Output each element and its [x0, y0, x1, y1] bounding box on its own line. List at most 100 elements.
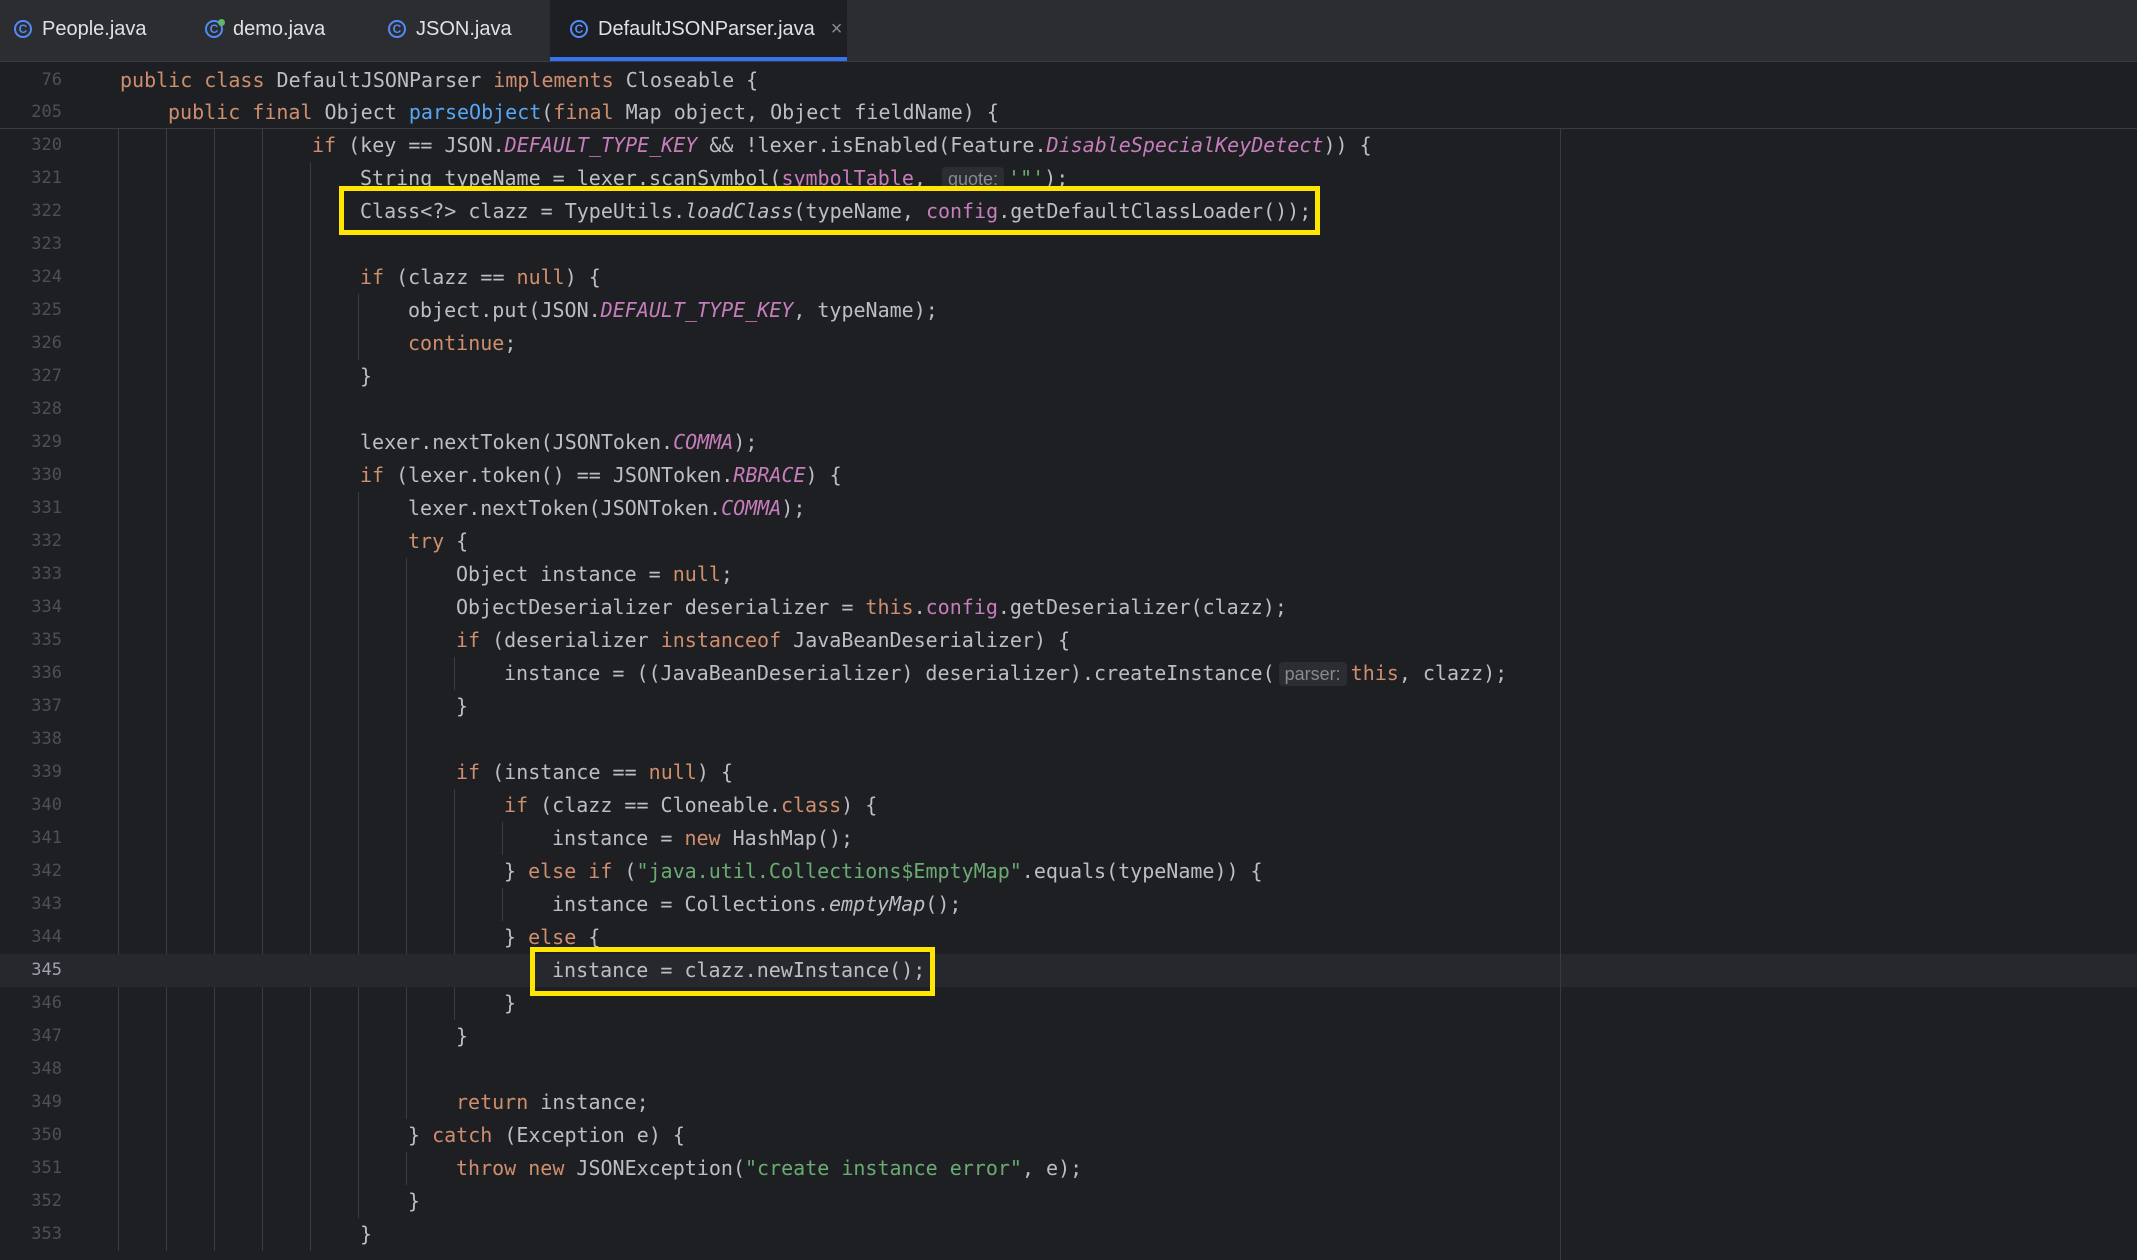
- code-token: if: [360, 463, 397, 487]
- code-line[interactable]: 339 if (instance == null) {: [0, 756, 2137, 789]
- code-line[interactable]: 331 lexer.nextToken(JSONToken.COMMA);: [0, 492, 2137, 525]
- line-number[interactable]: 344: [0, 921, 62, 954]
- line-number[interactable]: 205: [0, 96, 62, 129]
- line-number[interactable]: 329: [0, 426, 62, 459]
- code-editor[interactable]: 320 if (key == JSON.DEFAULT_TYPE_KEY && !…: [0, 129, 2137, 1260]
- line-number[interactable]: 351: [0, 1152, 62, 1185]
- line-number[interactable]: 320: [0, 129, 62, 162]
- runnable-class-icon: C: [205, 20, 223, 38]
- code-text: lexer.nextToken(JSONToken.COMMA);: [360, 426, 757, 459]
- code-text: public final Object parseObject(final Ma…: [168, 96, 999, 129]
- code-line[interactable]: 342} else if ("java.util.Collections$Emp…: [0, 855, 2137, 888]
- line-number[interactable]: 346: [0, 987, 62, 1020]
- code-line[interactable]: 351 throw new JSONException("create insta…: [0, 1152, 2137, 1185]
- line-number[interactable]: 343: [0, 888, 62, 921]
- line-number[interactable]: 341: [0, 822, 62, 855]
- code-text: instance = Collections.emptyMap();: [552, 888, 961, 921]
- line-number[interactable]: 326: [0, 327, 62, 360]
- close-icon[interactable]: ×: [831, 18, 843, 41]
- code-line[interactable]: 333 Object instance = null;: [0, 558, 2137, 591]
- code-token: emptyMap: [828, 892, 926, 916]
- line-number[interactable]: 323: [0, 228, 62, 261]
- code-line[interactable]: 338: [0, 723, 2137, 756]
- tab-people-java[interactable]: C People.java: [14, 0, 194, 58]
- line-number[interactable]: 332: [0, 525, 62, 558]
- code-line[interactable]: 327}: [0, 360, 2137, 393]
- line-number[interactable]: 334: [0, 591, 62, 624]
- line-number[interactable]: 322: [0, 195, 62, 228]
- code-line[interactable]: 340 if (clazz == Cloneable.class) {: [0, 789, 2137, 822]
- line-number[interactable]: 349: [0, 1086, 62, 1119]
- code-line[interactable]: 324 if (clazz == null) {: [0, 261, 2137, 294]
- code-line[interactable]: 325 object.put(JSON.DEFAULT_TYPE_KEY, typ…: [0, 294, 2137, 327]
- code-token: }: [456, 1024, 469, 1048]
- code-line[interactable]: 343 instance = Collections.emptyMap();: [0, 888, 2137, 921]
- line-number[interactable]: 340: [0, 789, 62, 822]
- code-line[interactable]: 350} catch (Exception e) {: [0, 1119, 2137, 1152]
- code-token: (clazz == Cloneable.: [540, 793, 781, 817]
- code-text: if (deserializer instanceof JavaBeanDese…: [456, 624, 1070, 657]
- class-icon: C: [570, 20, 588, 38]
- code-line[interactable]: 349 return instance;: [0, 1086, 2137, 1119]
- line-number[interactable]: 324: [0, 261, 62, 294]
- code-line[interactable]: 332 try {: [0, 525, 2137, 558]
- code-token: }: [504, 991, 517, 1015]
- editor-tab-bar: C People.java C demo.java C JSON.java C …: [0, 0, 2137, 62]
- code-line[interactable]: 352}: [0, 1185, 2137, 1218]
- tab-demo-java[interactable]: C demo.java: [205, 0, 375, 58]
- line-number[interactable]: 328: [0, 393, 62, 426]
- line-number[interactable]: 347: [0, 1020, 62, 1053]
- code-token: ;: [720, 562, 733, 586]
- line-number[interactable]: 348: [0, 1053, 62, 1086]
- code-token: DEFAULT_TYPE_KEY: [504, 133, 698, 157]
- code-token: (deserializer: [492, 628, 661, 652]
- line-number[interactable]: 350: [0, 1119, 62, 1152]
- code-line[interactable]: 341 instance = new HashMap();: [0, 822, 2137, 855]
- tab-defaultjsonparser-java[interactable]: C DefaultJSONParser.java ×: [550, 0, 847, 61]
- line-number[interactable]: 336: [0, 657, 62, 690]
- line-number[interactable]: 345: [0, 954, 62, 987]
- code-line[interactable]: 337}: [0, 690, 2137, 723]
- line-number[interactable]: 339: [0, 756, 62, 789]
- code-line[interactable]: 345 instance = clazz.newInstance();: [0, 954, 2137, 987]
- code-line[interactable]: 205 public final Object parseObject(final…: [0, 96, 2137, 129]
- code-line[interactable]: 326 continue;: [0, 327, 2137, 360]
- code-token: config: [925, 595, 998, 619]
- code-line[interactable]: 328: [0, 393, 2137, 426]
- code-line[interactable]: 348: [0, 1053, 2137, 1086]
- line-number[interactable]: 321: [0, 162, 62, 195]
- code-line[interactable]: 335 if (deserializer instanceof JavaBeanD…: [0, 624, 2137, 657]
- line-number[interactable]: 353: [0, 1218, 62, 1251]
- line-number[interactable]: 76: [0, 64, 62, 97]
- code-token: Closeable {: [625, 68, 759, 92]
- code-line[interactable]: 76 public class DefaultJSONParser impleme…: [0, 64, 2137, 97]
- line-number[interactable]: 325: [0, 294, 62, 327]
- line-number[interactable]: 331: [0, 492, 62, 525]
- code-line[interactable]: 320 if (key == JSON.DEFAULT_TYPE_KEY && !…: [0, 129, 2137, 162]
- code-text: }: [360, 1218, 372, 1251]
- line-number[interactable]: 327: [0, 360, 62, 393]
- line-number[interactable]: 333: [0, 558, 62, 591]
- line-number[interactable]: 335: [0, 624, 62, 657]
- code-token: parseObject: [408, 100, 542, 124]
- line-number[interactable]: 338: [0, 723, 62, 756]
- code-token: "java.util.Collections$EmptyMap": [636, 859, 1022, 883]
- code-line[interactable]: 347}: [0, 1020, 2137, 1053]
- code-token: public class: [120, 68, 277, 92]
- code-line[interactable]: 353}: [0, 1218, 2137, 1251]
- code-line[interactable]: 344} else {: [0, 921, 2137, 954]
- code-text: if (key == JSON.DEFAULT_TYPE_KEY && !lex…: [312, 129, 1372, 162]
- line-number[interactable]: 352: [0, 1185, 62, 1218]
- code-line[interactable]: 336 instance = ((JavaBeanDeserializer) de…: [0, 657, 2137, 690]
- class-icon: C: [388, 20, 406, 38]
- line-number[interactable]: 337: [0, 690, 62, 723]
- code-token: {: [1347, 133, 1372, 157]
- code-line[interactable]: 329 lexer.nextToken(JSONToken.COMMA);: [0, 426, 2137, 459]
- code-line[interactable]: 334 ObjectDeserializer deserializer = thi…: [0, 591, 2137, 624]
- line-number[interactable]: 342: [0, 855, 62, 888]
- code-line[interactable]: 346}: [0, 987, 2137, 1020]
- tab-label: People.java: [42, 17, 147, 40]
- line-number[interactable]: 330: [0, 459, 62, 492]
- tab-json-java[interactable]: C JSON.java: [388, 0, 548, 58]
- code-line[interactable]: 330 if (lexer.token() == JSONToken.RBRACE…: [0, 459, 2137, 492]
